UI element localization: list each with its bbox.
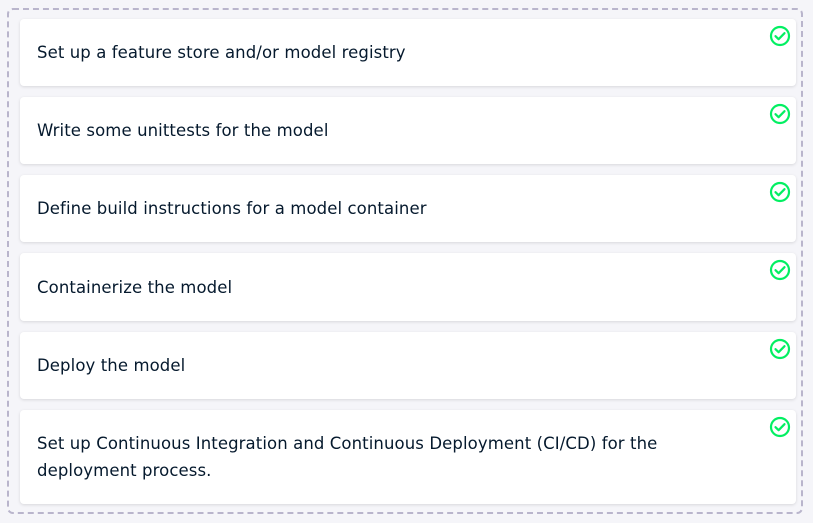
list-item-label: Set up Continuous Integration and Contin… [37, 434, 658, 480]
check-circle-icon [769, 259, 791, 281]
list-item-label: Containerize the model [37, 277, 233, 297]
list-item-label: Write some unittests for the model [37, 121, 329, 140]
check-circle-icon [769, 103, 791, 125]
list-item[interactable]: Define build instructions for a model co… [20, 175, 796, 242]
list-item[interactable]: Write some unittests for the model [20, 97, 796, 164]
check-circle-icon [769, 338, 791, 360]
check-circle-icon [769, 416, 791, 438]
check-circle-icon [769, 25, 791, 47]
ordering-list: Set up a feature store and/or model regi… [7, 8, 803, 514]
list-item[interactable]: Set up a feature store and/or model regi… [20, 19, 796, 86]
list-item[interactable]: Deploy the model [20, 332, 796, 399]
list-item[interactable]: Containerize the model [20, 253, 796, 321]
check-circle-icon [769, 181, 791, 203]
list-item-label: Deploy the model [37, 356, 186, 375]
list-item[interactable]: Set up Continuous Integration and Contin… [20, 410, 796, 504]
list-item-label: Define build instructions for a model co… [37, 199, 427, 218]
list-item-label: Set up a feature store and/or model regi… [37, 43, 406, 62]
